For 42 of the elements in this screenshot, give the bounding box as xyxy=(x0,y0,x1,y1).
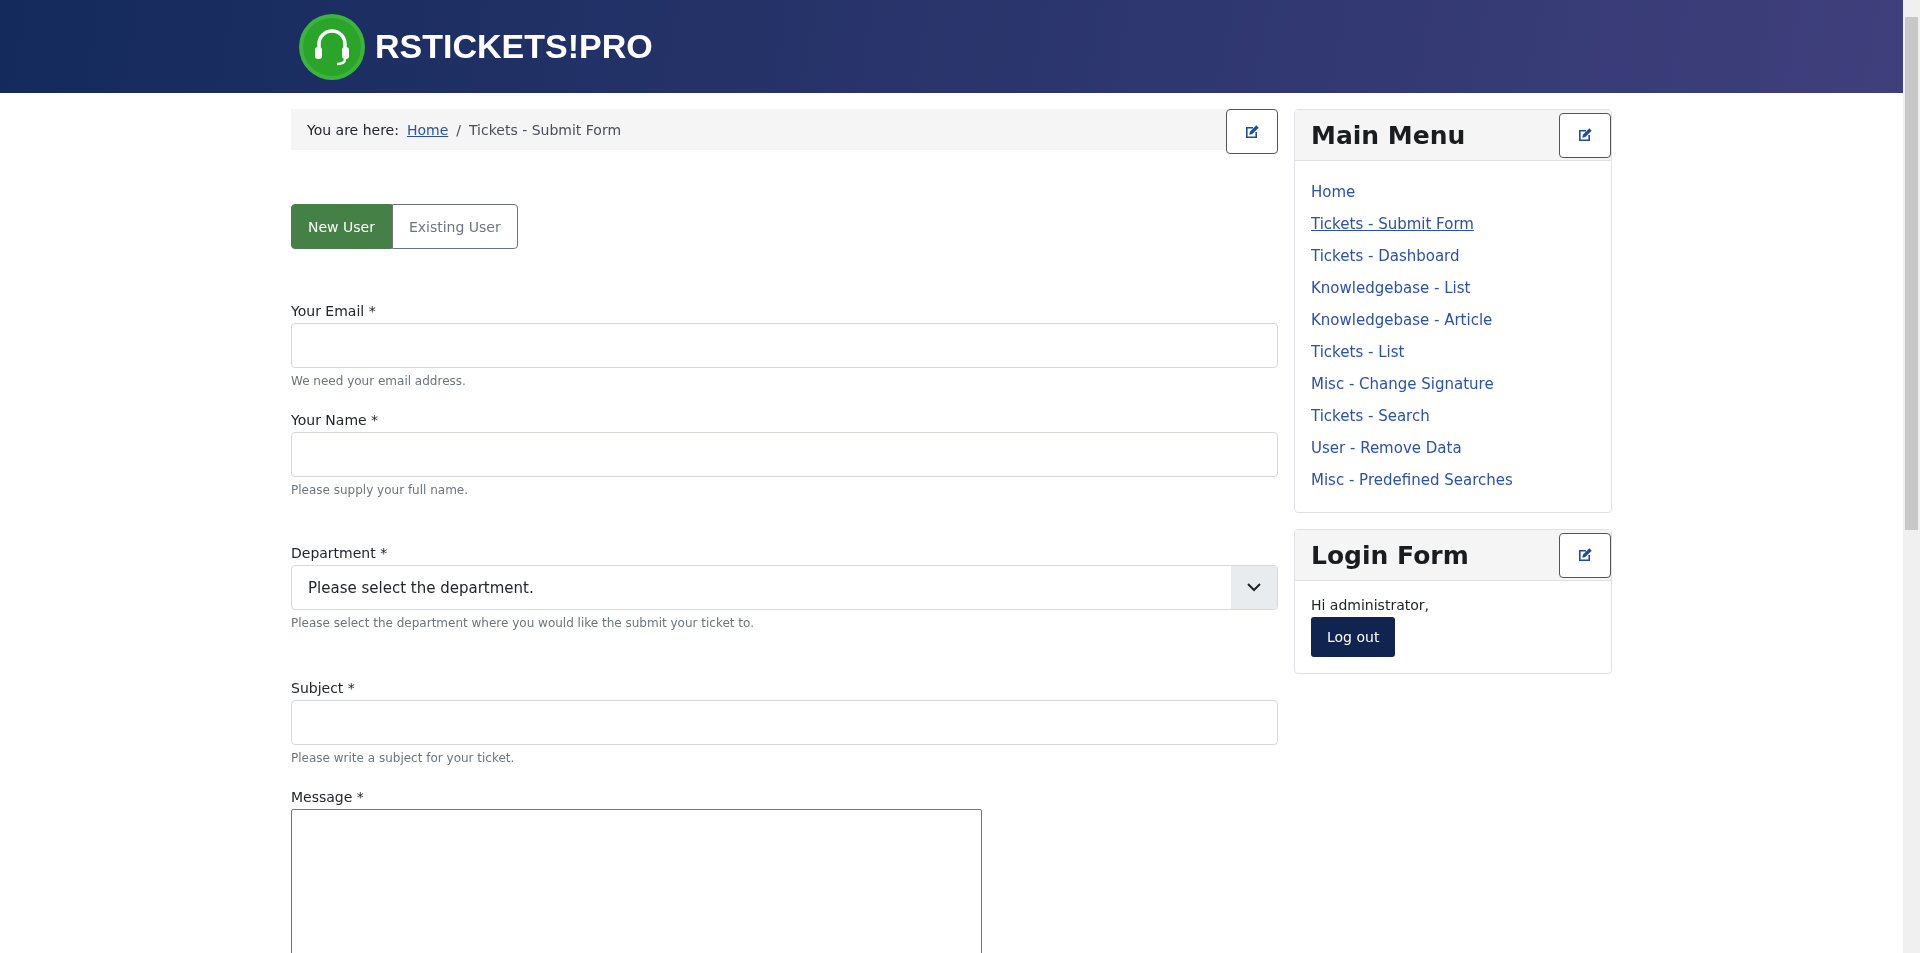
department-select[interactable]: Please select the department. xyxy=(291,565,1278,610)
menu-link[interactable]: Misc - Predefined Searches xyxy=(1311,471,1513,490)
field-label: Your Email * xyxy=(291,303,377,319)
edit-icon xyxy=(1577,547,1593,563)
input-field[interactable] xyxy=(291,432,1278,477)
edit-button[interactable] xyxy=(1226,109,1278,154)
menu-link[interactable]: Knowledgebase - List xyxy=(1311,279,1471,298)
breadcrumb-link[interactable]: Home xyxy=(406,121,449,138)
menu-link[interactable]: Tickets - Dashboard xyxy=(1311,247,1460,266)
field-hint: Please write a subject for your ticket. xyxy=(291,751,516,765)
menu-link[interactable]: Tickets - Submit Form xyxy=(1311,215,1474,234)
menu-link[interactable]: Tickets - List xyxy=(1311,343,1405,362)
breadcrumb-separator: / xyxy=(456,121,461,138)
headset-logo-icon xyxy=(299,13,365,80)
input-field[interactable] xyxy=(291,323,1278,368)
menu-link[interactable]: Home xyxy=(1311,183,1356,202)
chevron-down-icon xyxy=(1247,583,1261,592)
card-title: Main Menu xyxy=(1311,120,1466,150)
edit-button[interactable] xyxy=(1559,532,1611,578)
breadcrumb-current: Tickets - Submit Form xyxy=(469,121,622,138)
edit-icon xyxy=(1244,123,1260,140)
logo-text: RSTICKETS!PRO xyxy=(375,27,653,66)
field-hint: Please supply your full name. xyxy=(291,483,470,497)
logout-button[interactable]: Log out xyxy=(1311,617,1396,657)
edit-button[interactable] xyxy=(1559,112,1611,158)
field-label: Your Name * xyxy=(291,412,380,428)
greeting-text: Hi administrator, xyxy=(1311,597,1430,613)
breadcrumb-prefix: You are here: xyxy=(307,121,399,138)
user-tab[interactable]: Existing User xyxy=(391,204,518,249)
field-label: Department * xyxy=(291,545,389,561)
edit-icon xyxy=(1577,127,1593,143)
menu-link[interactable]: Tickets - Search xyxy=(1311,407,1430,426)
user-tab[interactable]: New User xyxy=(291,204,392,249)
field-label: Subject * xyxy=(291,680,356,696)
field-hint: Please select the department where you would like the submit your ticket to. xyxy=(291,616,756,630)
menu-link[interactable]: User - Remove Data xyxy=(1311,439,1462,458)
menu-link[interactable]: Misc - Change Signature xyxy=(1311,375,1494,394)
input-field[interactable] xyxy=(291,700,1278,745)
field-label: Message * xyxy=(291,789,365,805)
menu-link[interactable]: Knowledgebase - Article xyxy=(1311,311,1493,330)
field-hint: We need your email address. xyxy=(291,374,467,388)
card-title: Login Form xyxy=(1311,540,1469,570)
